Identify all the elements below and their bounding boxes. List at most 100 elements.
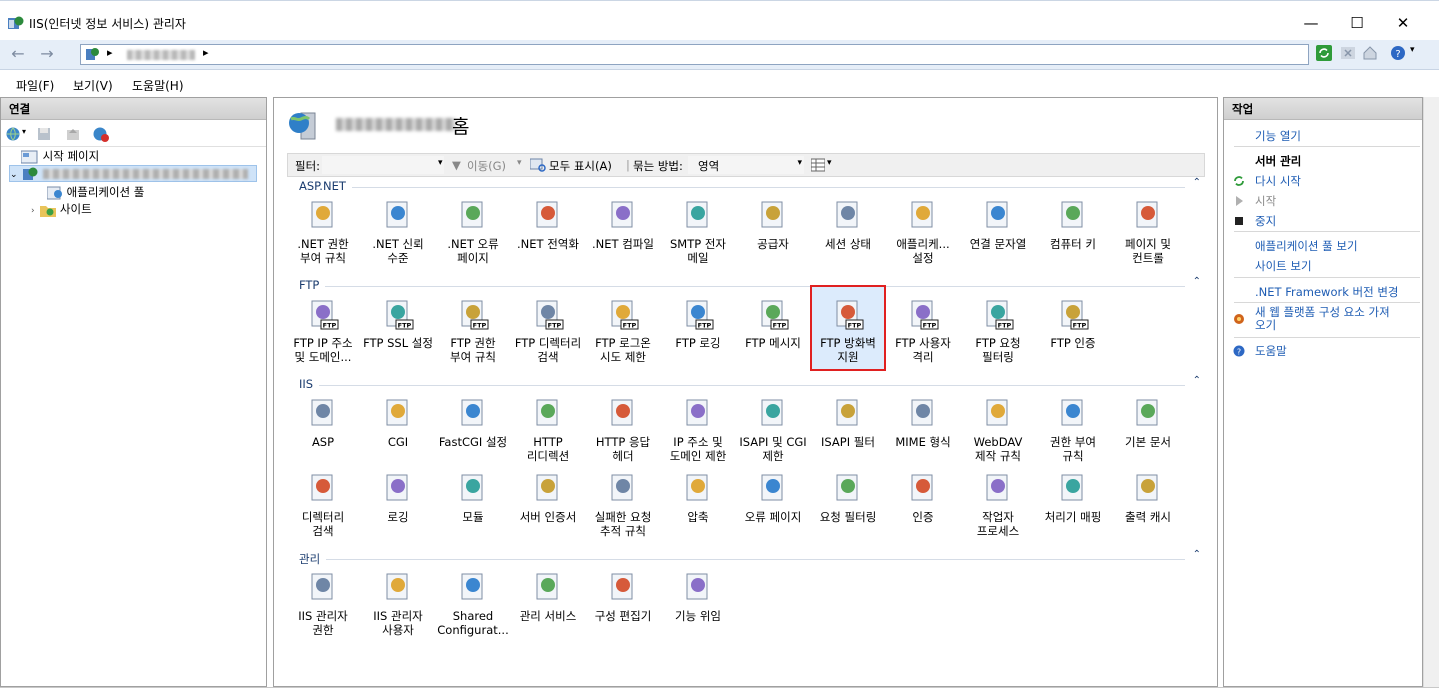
feature-item[interactable]: 공급자: [737, 199, 809, 251]
tree-sites[interactable]: › 사이트: [31, 201, 92, 217]
feature-item[interactable]: 기능 위임: [662, 571, 734, 623]
tree-start-page[interactable]: 시작 페이지: [21, 148, 99, 164]
group-header[interactable]: IIS ⌃: [287, 375, 1205, 393]
feature-item[interactable]: 로깅: [362, 472, 434, 524]
feature-item[interactable]: 인증: [887, 472, 959, 524]
tree-server-node[interactable]: ⌄: [9, 165, 257, 182]
feature-item[interactable]: 애플리케... 설정: [887, 199, 959, 265]
feature-item[interactable]: 관리 서비스: [512, 571, 584, 623]
feature-item[interactable]: CGI: [362, 397, 434, 449]
feature-item[interactable]: .NET 권한 부여 규칙: [287, 199, 359, 265]
feature-item[interactable]: WebDAV 제작 규칙: [962, 397, 1034, 463]
feature-item[interactable]: 실패한 요청 추적 규칙: [587, 472, 659, 538]
collapse-icon[interactable]: ⌃: [1193, 375, 1201, 386]
feature-item[interactable]: FTP FTP 사용자 격리: [887, 298, 959, 364]
feature-item[interactable]: 컴퓨터 키: [1037, 199, 1109, 251]
feature-item[interactable]: FastCGI 설정: [437, 397, 509, 449]
feature-item[interactable]: 요청 필터링: [812, 472, 884, 524]
funnel-icon[interactable]: ▼: [452, 158, 461, 172]
address-input[interactable]: ▸ ▸: [80, 44, 1309, 65]
feature-item[interactable]: SMTP 전자 메일: [662, 199, 734, 265]
feature-item[interactable]: 압축: [662, 472, 734, 524]
feature-item[interactable]: IP 주소 및 도메인 제한: [662, 397, 734, 463]
feature-item[interactable]: FTP FTP 디렉터리 검색: [512, 298, 584, 364]
minimize-button[interactable]: —: [1288, 7, 1334, 39]
tree-app-pools[interactable]: 애플리케이션 풀: [47, 184, 144, 200]
up-level-icon[interactable]: [65, 126, 81, 142]
action-restart[interactable]: 다시 시작: [1255, 173, 1301, 189]
collapse-icon[interactable]: ⌃: [1193, 177, 1201, 188]
feature-item[interactable]: 구성 편집기: [587, 571, 659, 623]
feature-item[interactable]: FTP FTP 권한 부여 규칙: [437, 298, 509, 364]
feature-item[interactable]: FTP FTP 메시지: [737, 298, 809, 350]
feature-item[interactable]: ASP: [287, 397, 359, 449]
action-open-feature[interactable]: 기능 열기: [1255, 128, 1301, 144]
save-icon[interactable]: [36, 126, 52, 142]
collapse-icon[interactable]: ⌃: [1193, 276, 1201, 287]
go-button[interactable]: 이동(G): [467, 158, 506, 174]
group-by-select[interactable]: 영역 ▾: [688, 156, 804, 174]
action-get-new-web-components[interactable]: 새 웹 플랫폼 구성 요소 가져 오기: [1255, 306, 1390, 332]
feature-item[interactable]: .NET 컴파일: [587, 199, 659, 251]
vertical-scrollbar[interactable]: [1423, 97, 1439, 687]
feature-item[interactable]: IIS 관리자 권한: [287, 571, 359, 637]
feature-item[interactable]: FTP FTP 요청 필터링: [962, 298, 1034, 364]
action-view-app-pools[interactable]: 애플리케이션 풀 보기: [1255, 238, 1358, 254]
feature-item[interactable]: .NET 신뢰 수준: [362, 199, 434, 265]
connect-icon[interactable]: [5, 126, 21, 142]
feature-item[interactable]: 디렉터리 검색: [287, 472, 359, 538]
home-icon[interactable]: [1362, 45, 1378, 61]
breadcrumb-separator[interactable]: ▸: [107, 46, 113, 59]
group-header[interactable]: ASP.NET ⌃: [287, 177, 1205, 195]
feature-item[interactable]: 모듈: [437, 472, 509, 524]
view-mode-dropdown-icon[interactable]: ▾: [827, 158, 832, 168]
stop-icon[interactable]: [1340, 45, 1356, 61]
feature-item[interactable]: Shared Configurat...: [437, 571, 509, 637]
feature-item[interactable]: 서버 인증서: [512, 472, 584, 524]
breadcrumb-server[interactable]: [127, 50, 195, 60]
feature-item[interactable]: 오류 페이지: [737, 472, 809, 524]
expand-chevron-icon[interactable]: ›: [31, 206, 35, 216]
view-mode-icon[interactable]: [811, 158, 825, 172]
forward-button[interactable]: →: [36, 44, 58, 66]
menu-view[interactable]: 보기(V): [73, 77, 113, 94]
refresh-icon[interactable]: [1316, 45, 1332, 61]
menu-help[interactable]: 도움말(H): [132, 77, 184, 94]
feature-item[interactable]: FTP FTP IP 주소 및 도메인...: [287, 298, 359, 364]
feature-item[interactable]: FTP FTP 로그온 시도 제한: [587, 298, 659, 364]
feature-item[interactable]: 연결 문자열: [962, 199, 1034, 251]
feature-item[interactable]: MIME 형식: [887, 397, 959, 449]
feature-item[interactable]: 출력 캐시: [1112, 472, 1184, 524]
help-icon[interactable]: ?: [1390, 45, 1406, 61]
action-view-sites[interactable]: 사이트 보기: [1255, 258, 1312, 274]
delete-connection-icon[interactable]: [92, 126, 110, 142]
feature-item[interactable]: HTTP 리디렉션: [512, 397, 584, 463]
menu-file[interactable]: 파일(F): [16, 77, 54, 94]
feature-item[interactable]: 기본 문서: [1112, 397, 1184, 449]
show-all-icon[interactable]: [530, 158, 546, 172]
filter-dropdown-icon[interactable]: ▾: [438, 158, 443, 168]
group-header[interactable]: 관리 ⌃: [287, 549, 1205, 567]
help-dropdown-icon[interactable]: ▾: [1410, 45, 1415, 55]
action-help[interactable]: 도움말: [1255, 343, 1287, 359]
feature-item[interactable]: FTP FTP 인증: [1037, 298, 1109, 350]
expand-chevron-icon[interactable]: ⌄: [10, 170, 18, 180]
filter-input[interactable]: [322, 156, 444, 174]
collapse-icon[interactable]: ⌃: [1193, 549, 1201, 560]
show-all-button[interactable]: 모두 표시(A): [549, 158, 612, 174]
feature-item[interactable]: 세션 상태: [812, 199, 884, 251]
back-button[interactable]: ←: [7, 44, 29, 66]
maximize-button[interactable]: ☐: [1334, 7, 1380, 39]
feature-item-selected[interactable]: FTP FTP 방화벽 지원: [810, 285, 886, 371]
action-stop[interactable]: 중지: [1255, 213, 1276, 229]
go-dropdown-icon[interactable]: ▾: [517, 158, 522, 168]
feature-item[interactable]: FTP FTP 로깅: [662, 298, 734, 350]
action-change-net-version[interactable]: .NET Framework 버전 변경: [1255, 284, 1399, 300]
feature-item[interactable]: 페이지 및 컨트롤: [1112, 199, 1184, 265]
feature-item[interactable]: FTP FTP SSL 설정: [362, 298, 434, 350]
feature-item[interactable]: 권한 부여 규칙: [1037, 397, 1109, 463]
breadcrumb-separator[interactable]: ▸: [203, 46, 209, 59]
action-start[interactable]: 시작: [1255, 193, 1276, 209]
feature-item[interactable]: .NET 오류 페이지: [437, 199, 509, 265]
close-button[interactable]: ✕: [1380, 7, 1426, 39]
